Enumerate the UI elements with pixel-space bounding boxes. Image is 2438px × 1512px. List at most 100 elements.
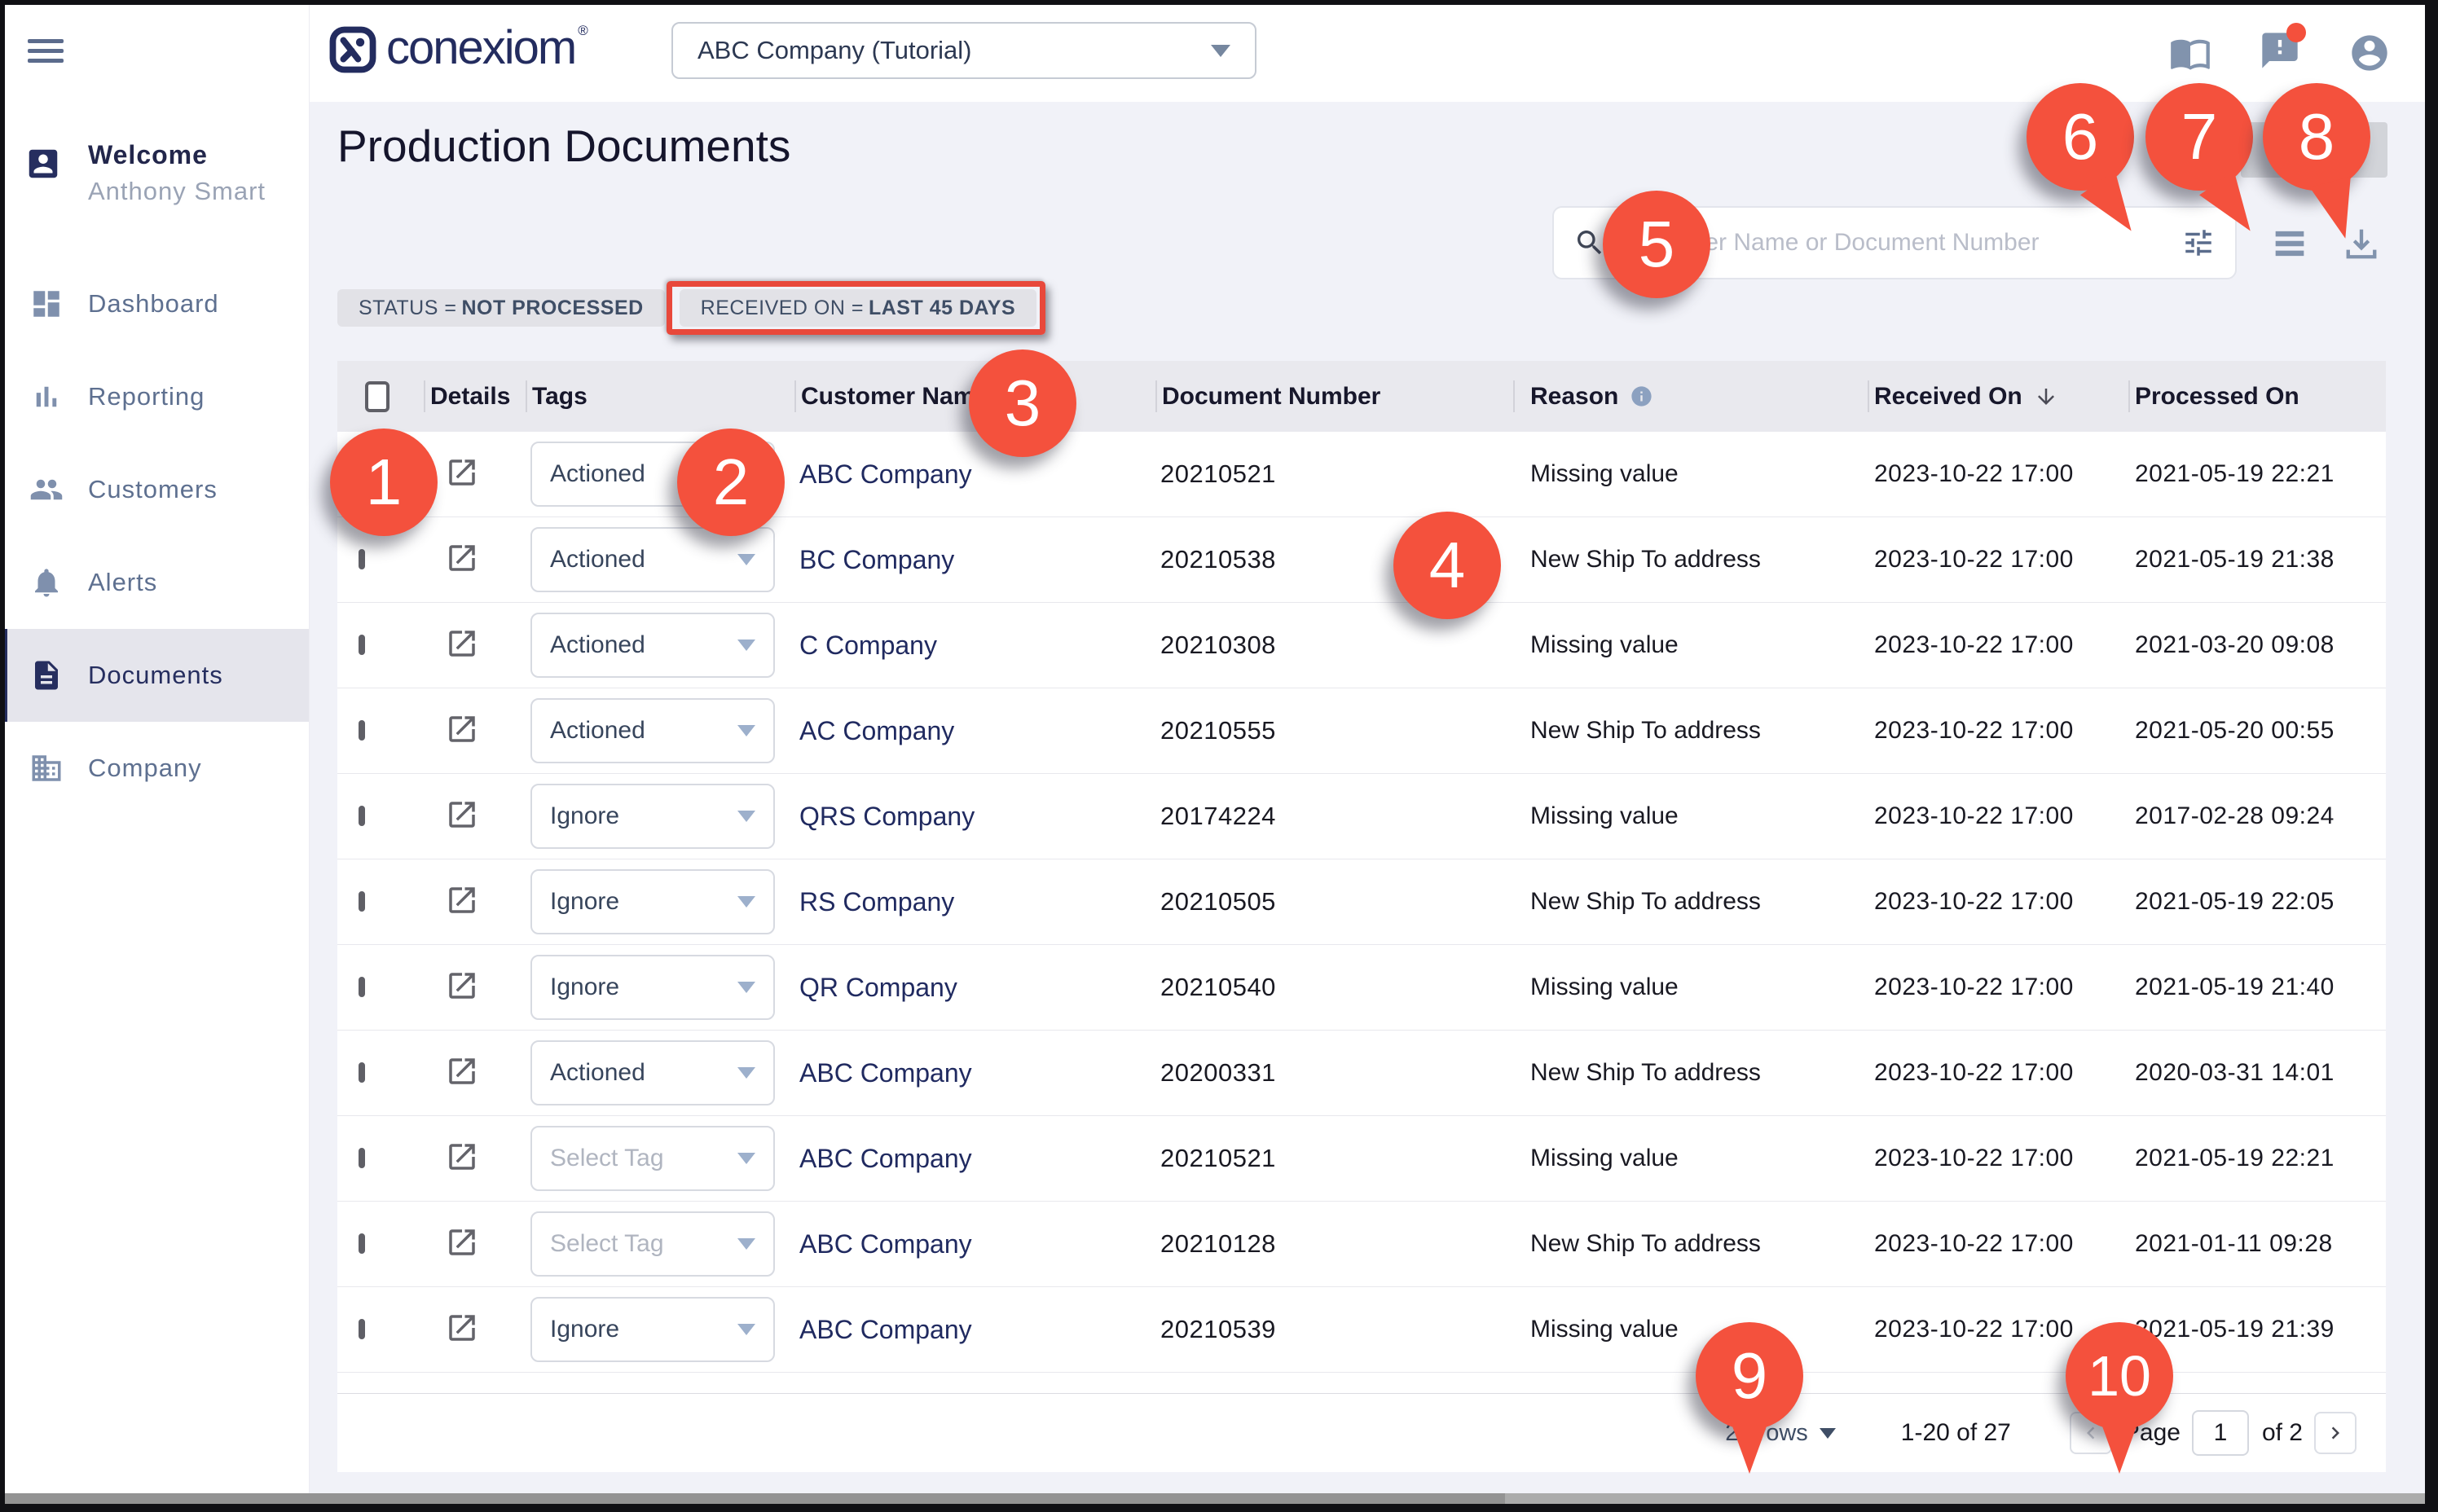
filter-chips: STATUS = NOT PROCESSED RECEIVED ON = LAS… (337, 289, 1036, 327)
customer-name-link[interactable]: QRS Company (794, 802, 1155, 832)
tag-select[interactable]: Actioned (530, 613, 775, 678)
row-checkbox[interactable] (359, 1319, 365, 1339)
tag-select[interactable]: Select Tag (530, 1211, 775, 1277)
open-in-new-icon[interactable] (445, 1225, 479, 1259)
processed-on-value: 2021-01-11 09:28 (2128, 1230, 2386, 1258)
table-row: Ignore QR Company 20210540 Missing value… (337, 945, 2386, 1031)
list-icon[interactable] (2269, 222, 2311, 265)
feedback-icon-wrap[interactable] (2259, 29, 2301, 76)
chip-value: NOT PROCESSED (461, 297, 643, 320)
scrollbar-thumb[interactable] (5, 1493, 1505, 1504)
document-number: 20210539 (1155, 1315, 1513, 1344)
table-row: Actioned ABC Company 20200331 New Ship T… (337, 1031, 2386, 1116)
avatar-icon[interactable] (2348, 32, 2391, 74)
topbar-icons (2169, 29, 2391, 76)
sidebar-item-reporting[interactable]: Reporting (0, 350, 309, 443)
row-checkbox[interactable] (359, 806, 365, 826)
row-checkbox[interactable] (359, 720, 365, 741)
open-in-new-icon[interactable] (445, 969, 479, 1003)
open-in-new-icon[interactable] (445, 541, 479, 575)
company-selector[interactable]: ABC Company (Tutorial) (671, 22, 1256, 79)
processed-on-value: 2021-05-19 22:21 (2128, 460, 2386, 488)
tag-select[interactable]: Actioned (530, 1040, 775, 1105)
filter-chip-status[interactable]: STATUS = NOT PROCESSED (337, 289, 665, 327)
open-in-new-icon[interactable] (445, 1140, 479, 1174)
customer-name-link[interactable]: C Company (794, 631, 1155, 661)
chip-prefix: STATUS = (359, 297, 456, 320)
info-icon[interactable] (1630, 385, 1653, 408)
customer-name-link[interactable]: ABC Company (794, 1144, 1155, 1174)
sidebar-item-company[interactable]: Company (0, 722, 309, 815)
customer-name-link[interactable]: ABC Company (794, 459, 1155, 490)
tune-icon[interactable] (2181, 226, 2216, 260)
processed-on-value: 2017-02-28 09:24 (2128, 802, 2386, 830)
tag-select[interactable]: Ignore (530, 869, 775, 934)
row-checkbox[interactable] (359, 977, 365, 997)
open-in-new-icon[interactable] (445, 455, 479, 490)
hamburger-icon[interactable] (28, 39, 64, 65)
received-on-value: 2023-10-22 17:00 (1868, 1059, 2128, 1087)
row-checkbox[interactable] (359, 1062, 365, 1083)
select-all-checkbox[interactable] (365, 381, 389, 412)
row-checkbox[interactable] (359, 1233, 365, 1254)
document-number: 20210128 (1155, 1229, 1513, 1259)
sidebar-item-customers[interactable]: Customers (0, 443, 309, 536)
open-in-new-icon[interactable] (445, 626, 479, 661)
tag-select[interactable]: Ignore (530, 955, 775, 1020)
callout-6: 6 (2027, 83, 2134, 191)
open-in-new-icon[interactable] (445, 1054, 479, 1088)
col-header-processed-on[interactable]: Processed On (2128, 361, 2386, 432)
open-in-new-icon[interactable] (445, 712, 479, 746)
horizontal-scrollbar[interactable] (5, 1493, 2425, 1504)
table-body: Actioned ABC Company 20210521 Missing va… (337, 432, 2386, 1373)
row-checkbox[interactable] (359, 891, 365, 912)
document-number: 20210555 (1155, 716, 1513, 745)
customer-name-link[interactable]: ABC Company (794, 1315, 1155, 1345)
open-in-new-icon[interactable] (445, 883, 479, 917)
tag-select[interactable]: Ignore (530, 1297, 775, 1362)
customer-name-link[interactable]: RS Company (794, 887, 1155, 917)
customer-name-link[interactable]: QR Company (794, 973, 1155, 1003)
col-header-document-number[interactable]: Document Number (1155, 361, 1513, 432)
customer-name-link[interactable]: ABC Company (794, 1058, 1155, 1088)
document-number: 20210521 (1155, 459, 1513, 489)
col-header-details[interactable]: Details (424, 361, 526, 432)
col-header-received-on[interactable]: Received On (1868, 361, 2128, 432)
tag-select[interactable]: Actioned (530, 698, 775, 763)
document-number: 20210540 (1155, 973, 1513, 1002)
account-box-icon (24, 145, 62, 182)
customer-name-link[interactable]: ABC Company (794, 1229, 1155, 1259)
next-page-button[interactable] (2314, 1412, 2357, 1454)
chevron-down-icon (737, 1153, 755, 1164)
col-header-reason[interactable]: Reason (1513, 361, 1868, 432)
callout-2: 2 (677, 429, 785, 536)
open-in-new-icon[interactable] (445, 1311, 479, 1345)
arrow-down-sort-icon (2034, 385, 2058, 409)
tag-select-value: Ignore (550, 1316, 737, 1343)
processed-on-value: 2021-05-19 22:05 (2128, 888, 2386, 916)
row-checkbox[interactable] (359, 1148, 365, 1168)
sidebar-item-alerts[interactable]: Alerts (0, 536, 309, 629)
tag-select[interactable]: Ignore (530, 784, 775, 849)
processed-on-value: 2020-03-31 14:01 (2128, 1059, 2386, 1087)
page-of-label: of 2 (2262, 1419, 2303, 1447)
notification-dot (2286, 23, 2306, 42)
received-on-value: 2023-10-22 17:00 (1868, 546, 2128, 574)
filter-chip-received-on[interactable]: RECEIVED ON = LAST 45 DAYS (680, 289, 1036, 327)
chip-prefix: RECEIVED ON = (701, 297, 864, 320)
open-in-new-icon[interactable] (445, 798, 479, 832)
row-checkbox[interactable] (359, 549, 365, 569)
sidebar-item-documents[interactable]: Documents (0, 629, 309, 722)
tag-select[interactable]: Select Tag (530, 1126, 775, 1191)
book-icon[interactable] (2169, 32, 2211, 74)
col-header-tags[interactable]: Tags (526, 361, 794, 432)
customer-name-link[interactable]: BC Company (794, 545, 1155, 575)
sidebar-item-dashboard[interactable]: Dashboard (0, 257, 309, 350)
chevron-down-icon (737, 1067, 755, 1079)
callout-8: 8 (2263, 83, 2370, 191)
customer-name-link[interactable]: AC Company (794, 716, 1155, 746)
tag-select-value: Ignore (550, 974, 737, 1001)
tag-select[interactable]: Actioned (530, 527, 775, 592)
page-number-input[interactable] (2192, 1410, 2249, 1456)
row-checkbox[interactable] (359, 635, 365, 655)
